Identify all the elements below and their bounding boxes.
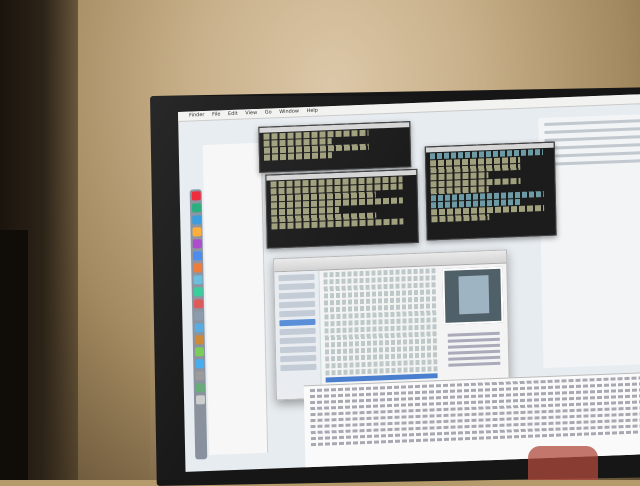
menu-finder[interactable]: Finder — [189, 112, 205, 119]
metadata-line — [448, 350, 500, 355]
inspector-row — [545, 151, 640, 158]
dock-app-icon[interactable] — [193, 299, 202, 308]
terminal-window-top[interactable] — [258, 121, 411, 173]
terminal-window-right[interactable] — [425, 142, 557, 241]
metadata-line — [448, 362, 500, 367]
menu-window[interactable]: Window — [279, 108, 299, 115]
finder-sidebar — [274, 271, 322, 400]
metadata-line — [448, 344, 500, 349]
dark-edge — [0, 230, 28, 480]
file-preview-thumbnail — [442, 267, 503, 325]
finder-sidebar-item[interactable] — [279, 301, 315, 308]
finder-sidebar-item[interactable] — [280, 328, 316, 335]
metadata-line — [448, 356, 500, 361]
dock-app-icon[interactable] — [191, 191, 200, 200]
inspector-row — [544, 119, 640, 126]
menu-view[interactable]: View — [245, 110, 257, 116]
finder-sidebar-item[interactable] — [279, 283, 315, 290]
finder-file-columns — [320, 266, 441, 398]
dock-app-icon[interactable] — [192, 251, 201, 260]
sidebar-row[interactable] — [207, 171, 261, 180]
menu-go[interactable]: Go — [265, 109, 272, 115]
inspector-row — [545, 159, 640, 166]
metadata-line — [448, 332, 500, 337]
metadata-line — [448, 338, 500, 343]
dock-app-icon[interactable] — [195, 359, 204, 368]
dock-app-icon[interactable] — [192, 227, 201, 236]
dock-app-icon[interactable] — [195, 395, 204, 404]
finder-sidebar-item[interactable] — [279, 292, 315, 299]
dock-app-icon[interactable] — [194, 323, 203, 332]
menu-edit[interactable]: Edit — [228, 111, 238, 117]
finder-sidebar-item[interactable] — [279, 310, 315, 317]
terminal-window-code[interactable] — [265, 169, 418, 249]
dock-app-icon[interactable] — [194, 311, 203, 320]
menu-file[interactable]: File — [212, 111, 220, 117]
dock-app-icon[interactable] — [193, 263, 202, 272]
dock-app-icon[interactable] — [192, 215, 201, 224]
dock-app-icon[interactable] — [193, 275, 202, 284]
project-sidebar — [203, 143, 268, 455]
monitor-screen: Finder File Edit View Go Window Help — [178, 94, 640, 472]
dock-app-icon[interactable] — [195, 371, 204, 380]
menu-help[interactable]: Help — [306, 108, 318, 114]
preview-window-shape — [459, 275, 490, 314]
red-desk-object — [528, 446, 598, 480]
dock-app-icon[interactable] — [191, 203, 200, 212]
terminal-line — [431, 214, 489, 222]
inspector-row — [545, 143, 640, 150]
dock-app-icon[interactable] — [194, 347, 203, 356]
finder-sidebar-item[interactable] — [280, 355, 316, 362]
terminal-line — [264, 152, 332, 161]
finder-sidebar-item-selected[interactable] — [279, 319, 315, 326]
dock-app-icon[interactable] — [193, 287, 202, 296]
inspector-row — [544, 127, 640, 134]
finder-sidebar-item[interactable] — [278, 274, 314, 281]
dock-app-icon[interactable] — [194, 335, 203, 344]
finder-sidebar-item[interactable] — [280, 337, 316, 344]
dark-left-foreground — [0, 0, 78, 480]
finder-sidebar-item[interactable] — [280, 364, 316, 371]
inspector-row — [545, 135, 640, 142]
file-preview-metadata — [448, 329, 501, 370]
finder-sidebar-item[interactable] — [280, 346, 316, 353]
dock-app-icon[interactable] — [192, 239, 201, 248]
dock-app-icon[interactable] — [195, 383, 204, 392]
